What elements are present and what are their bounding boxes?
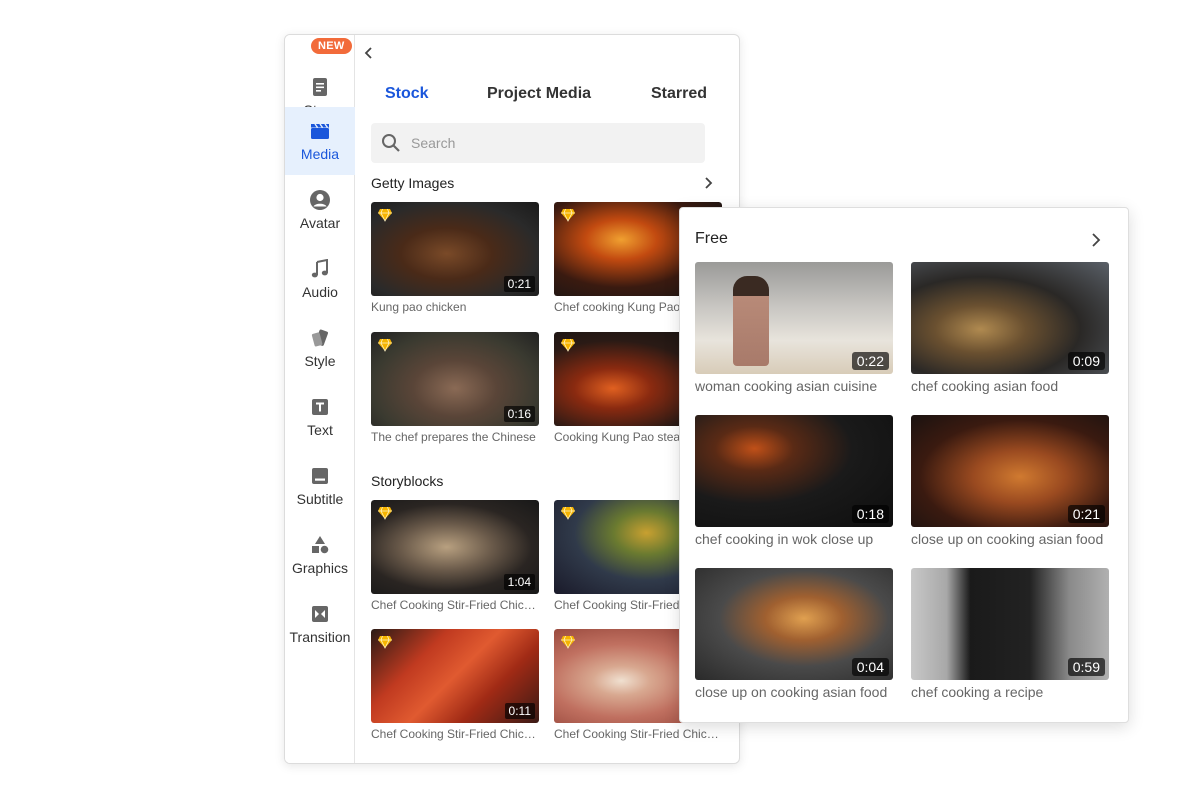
free-media-popup: Free 0:22 woman cooking asian cuisine 0:… xyxy=(679,207,1129,723)
video-thumbnail-image: 1:04 xyxy=(371,500,539,594)
section-title-storyblocks: Storyblocks xyxy=(371,473,444,489)
sidebar-item-subtitle[interactable]: Subtitle xyxy=(285,452,355,520)
premium-gem-icon xyxy=(377,338,393,352)
text-icon xyxy=(309,396,331,418)
sidebar-item-label: Text xyxy=(307,422,333,438)
tab-starred[interactable]: Starred xyxy=(651,85,707,103)
chevron-right-icon[interactable] xyxy=(1088,232,1104,248)
sidebar: Story NEW Media Avatar Audio xyxy=(285,35,355,763)
media-caption: woman cooking asian cuisine xyxy=(695,378,878,394)
video-thumbnail-image: 0:16 xyxy=(371,332,539,426)
shapes-icon xyxy=(309,534,331,556)
sidebar-item-avatar[interactable]: Avatar xyxy=(285,176,355,244)
chevron-right-icon[interactable] xyxy=(702,176,716,190)
video-thumbnail-image: 0:21 xyxy=(911,415,1109,527)
tab-stock[interactable]: Stock xyxy=(385,85,429,103)
media-caption: chef cooking asian food xyxy=(911,378,1059,394)
transition-icon xyxy=(309,603,331,625)
sidebar-item-label: Media xyxy=(300,146,340,162)
video-thumbnail-image: 0:11 xyxy=(371,629,539,723)
video-thumbnail-image: 0:04 xyxy=(695,568,893,680)
duration-badge: 0:16 xyxy=(503,406,535,422)
sidebar-item-label: Style xyxy=(304,353,336,369)
sidebar-item-label: Audio xyxy=(302,284,338,300)
duration-badge: 0:22 xyxy=(851,352,889,370)
sidebar-item-label: Avatar xyxy=(299,215,341,231)
media-caption: Chef Cooking Stir-Fried Chicken xyxy=(371,598,539,612)
duration-badge: 0:59 xyxy=(1067,658,1105,676)
sidebar-item-label: Transition xyxy=(289,629,351,645)
video-thumbnail-image: 0:18 xyxy=(695,415,893,527)
free-media-thumbnail[interactable]: 0:18 chef cooking in wok close up xyxy=(695,415,893,547)
media-caption: close up on cooking asian food xyxy=(911,531,1104,547)
video-thumbnail-image: 0:59 xyxy=(911,568,1109,680)
premium-gem-icon xyxy=(560,635,576,649)
sidebar-item-label: Graphics xyxy=(291,560,349,576)
duration-badge: 0:21 xyxy=(1067,505,1105,523)
duration-badge: 0:18 xyxy=(851,505,889,523)
media-tabs: Stock Project Media Starred xyxy=(355,85,739,109)
search-input[interactable] xyxy=(411,135,691,151)
free-media-thumbnail[interactable]: 0:04 close up on cooking asian food xyxy=(695,568,893,700)
new-badge: NEW xyxy=(311,38,352,54)
media-caption: chef cooking in wok close up xyxy=(695,531,874,547)
media-thumbnail[interactable]: 0:21 Kung pao chicken xyxy=(371,202,539,314)
media-thumbnail[interactable]: 1:04 Chef Cooking Stir-Fried Chicken xyxy=(371,500,539,612)
tab-project-media[interactable]: Project Media xyxy=(487,85,591,103)
premium-gem-icon xyxy=(560,338,576,352)
media-caption: Kung pao chicken xyxy=(371,300,467,314)
media-caption: chef cooking a recipe xyxy=(911,684,1044,700)
free-media-thumbnail[interactable]: 0:59 chef cooking a recipe xyxy=(911,568,1109,700)
video-thumbnail-image: 0:22 xyxy=(695,262,893,374)
subtitle-icon xyxy=(309,465,331,487)
section-title-getty: Getty Images xyxy=(371,175,455,191)
music-note-icon xyxy=(309,258,331,280)
premium-gem-icon xyxy=(377,635,393,649)
duration-badge: 0:09 xyxy=(1067,352,1105,370)
search-icon xyxy=(381,133,401,153)
sidebar-item-text[interactable]: Text xyxy=(285,383,355,451)
sidebar-item-graphics[interactable]: Graphics xyxy=(285,521,355,589)
section-title-free: Free xyxy=(695,230,728,247)
sidebar-item-media[interactable]: Media xyxy=(285,107,355,175)
back-chevron-icon[interactable] xyxy=(361,45,377,61)
sidebar-item-audio[interactable]: Audio xyxy=(285,245,355,313)
media-caption: Chef Cooking Stir-Fried Chicken xyxy=(554,727,722,741)
palette-icon xyxy=(309,327,331,349)
media-caption: The chef prepares the Chinese xyxy=(371,430,536,444)
video-thumbnail-image: 0:09 xyxy=(911,262,1109,374)
premium-gem-icon xyxy=(560,506,576,520)
free-media-thumbnail[interactable]: 0:21 close up on cooking asian food xyxy=(911,415,1109,547)
sidebar-item-style[interactable]: Style xyxy=(285,314,355,382)
user-circle-icon xyxy=(309,189,331,211)
sidebar-item-label: Subtitle xyxy=(296,491,344,507)
duration-badge: 1:04 xyxy=(503,574,535,590)
document-icon xyxy=(309,76,331,98)
media-caption: close up on cooking asian food xyxy=(695,684,888,700)
duration-badge: 0:04 xyxy=(851,658,889,676)
media-thumbnail[interactable]: 0:11 Chef Cooking Stir-Fried Chicken xyxy=(371,629,539,741)
media-panel: Story NEW Media Avatar Audio xyxy=(284,34,740,764)
video-thumbnail-image: 0:21 xyxy=(371,202,539,296)
free-media-thumbnail[interactable]: 0:22 woman cooking asian cuisine xyxy=(695,262,893,394)
search-box xyxy=(371,123,705,163)
duration-badge: 0:11 xyxy=(504,703,535,719)
media-caption: Chef Cooking Stir-Fried Chicken xyxy=(371,727,539,741)
premium-gem-icon xyxy=(377,506,393,520)
clapperboard-icon xyxy=(309,120,331,142)
duration-badge: 0:21 xyxy=(503,276,535,292)
free-media-thumbnail[interactable]: 0:09 chef cooking asian food xyxy=(911,262,1109,394)
premium-gem-icon xyxy=(377,208,393,222)
premium-gem-icon xyxy=(560,208,576,222)
media-thumbnail[interactable]: 0:16 The chef prepares the Chinese xyxy=(371,332,539,444)
sidebar-item-transition[interactable]: Transition xyxy=(285,590,355,658)
